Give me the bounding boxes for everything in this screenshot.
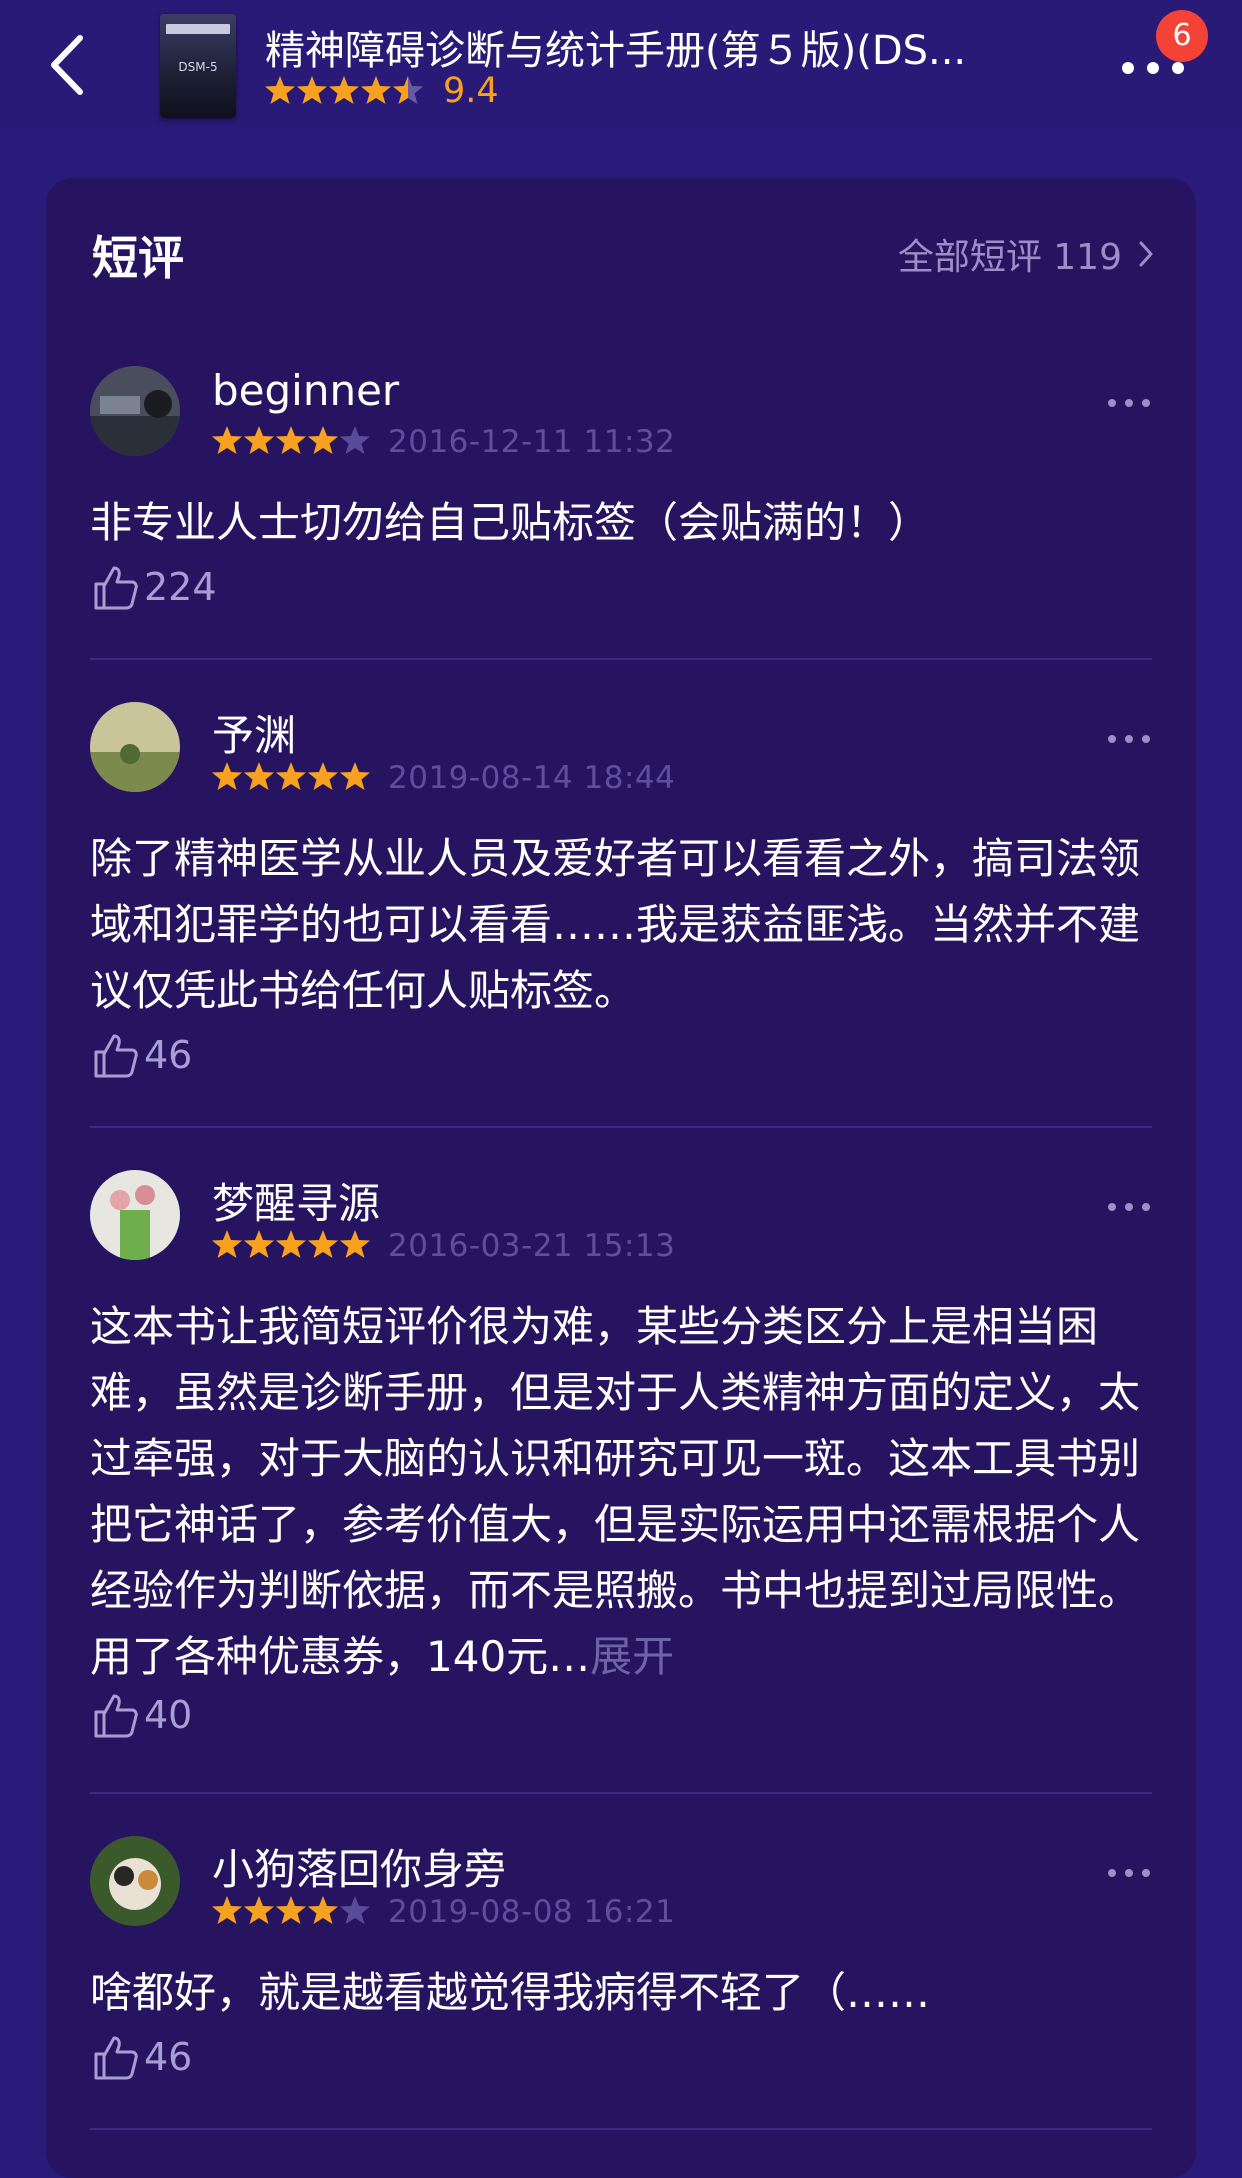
review-meta: 2016-12-11 11:32 [212, 424, 675, 460]
divider [90, 658, 1152, 660]
thumbs-up-icon [94, 1694, 138, 1738]
divider [90, 2128, 1152, 2130]
reviewer-name[interactable]: 梦醒寻源 [212, 1170, 380, 1231]
chevron-right-icon [1139, 241, 1153, 267]
avatar[interactable] [90, 1836, 180, 1926]
reviewer-name[interactable]: beginner [212, 366, 399, 415]
review-date: 2019-08-14 18:44 [388, 760, 676, 796]
review-meta: 2019-08-08 16:21 [212, 1894, 675, 1930]
book-rating: 9.4 [265, 68, 499, 114]
like-count: 40 [144, 1693, 193, 1737]
review-text: 非专业人士切勿给自己贴标签（会贴满的！） [90, 498, 931, 547]
review-more-icon[interactable] [1106, 732, 1152, 746]
avatar[interactable] [90, 366, 180, 456]
review-stars-icon [212, 761, 372, 795]
like-count: 224 [144, 565, 217, 609]
thumbs-up-icon [94, 1034, 138, 1078]
rating-stars-icon [265, 76, 423, 104]
section-title: 短评 [92, 231, 184, 285]
notification-badge[interactable]: 6 [1156, 10, 1208, 62]
like-count: 46 [144, 2035, 193, 2079]
top-bar: DSM-5 精神障碍诊断与统计手册(第５版)(DS... 9.4 6 [0, 0, 1242, 130]
review-stars-icon [212, 425, 372, 459]
divider [90, 1126, 1152, 1128]
reviewer-name[interactable]: 小狗落回你身旁 [212, 1836, 506, 1897]
avatar[interactable] [90, 1170, 180, 1260]
expand-link[interactable]: 展开 [590, 1632, 674, 1681]
reviewer-name[interactable]: 予渊 [212, 702, 296, 763]
all-reviews-label: 全部短评 119 [897, 237, 1122, 278]
review-meta: 2016-03-21 15:13 [212, 1228, 675, 1264]
review-date: 2019-08-08 16:21 [388, 1894, 676, 1930]
like-button[interactable]: 46 [90, 2032, 192, 2082]
review-more-icon[interactable] [1106, 1866, 1152, 1880]
thumbs-up-icon [94, 2036, 138, 2080]
avatar[interactable] [90, 702, 180, 792]
review-date: 2016-12-11 11:32 [388, 424, 676, 460]
review-meta: 2019-08-14 18:44 [212, 760, 675, 796]
all-reviews-link[interactable]: 全部短评 119 [898, 228, 1154, 280]
divider [90, 1792, 1152, 1794]
like-button[interactable]: 40 [90, 1690, 192, 1740]
back-arrow-icon[interactable] [44, 30, 104, 100]
book-score: 9.4 [443, 71, 499, 111]
review-stars-icon [212, 1229, 372, 1263]
like-count: 46 [144, 1033, 193, 1077]
book-cover-thumbnail[interactable]: DSM-5 [160, 14, 236, 118]
thumbs-up-icon [94, 566, 138, 610]
review-text: 除了精神医学从业人员及爱好者可以看看之外，搞司法领域和犯罪学的也可以看看……我是… [90, 834, 1141, 1015]
review-text: 啥都好，就是越看越觉得我病得不轻了（…… [90, 1968, 931, 2017]
review-text-content: 这本书让我简短评价很为难，某些分类区分上是相当困难，虽然是诊断手册，但是对于人类… [90, 1302, 1141, 1681]
review-stars-icon [212, 1895, 372, 1929]
review-date: 2016-03-21 15:13 [388, 1228, 676, 1264]
review-more-icon[interactable] [1106, 1200, 1152, 1214]
like-button[interactable]: 224 [90, 562, 217, 612]
like-button[interactable]: 46 [90, 1030, 192, 1080]
review-more-icon[interactable] [1106, 396, 1152, 410]
cover-label: DSM-5 [178, 60, 218, 74]
review-text: 这本书让我简短评价很为难，某些分类区分上是相当困难，虽然是诊断手册，但是对于人类… [90, 1294, 1152, 1690]
